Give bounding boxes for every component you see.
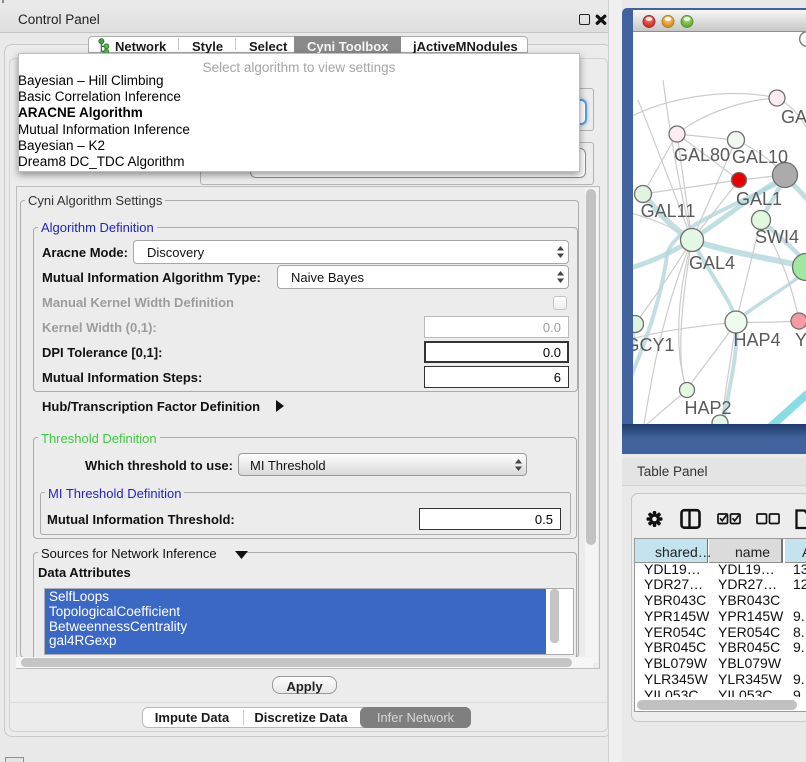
svg-text:GAL10: GAL10	[732, 147, 788, 167]
svg-text:GAL80: GAL80	[674, 145, 730, 165]
svg-text:SWI4: SWI4	[755, 227, 799, 247]
svg-text:GCY1: GCY1	[633, 335, 675, 355]
svg-text:HAP4: HAP4	[733, 330, 780, 350]
svg-text:Y: Y	[795, 330, 806, 350]
svg-text:GAL1: GAL1	[736, 189, 782, 209]
svg-text:HAP2: HAP2	[684, 398, 731, 418]
svg-text:GAL2: GAL2	[781, 107, 806, 127]
svg-text:GAL4: GAL4	[689, 253, 735, 273]
svg-text:GAL11: GAL11	[641, 201, 696, 221]
